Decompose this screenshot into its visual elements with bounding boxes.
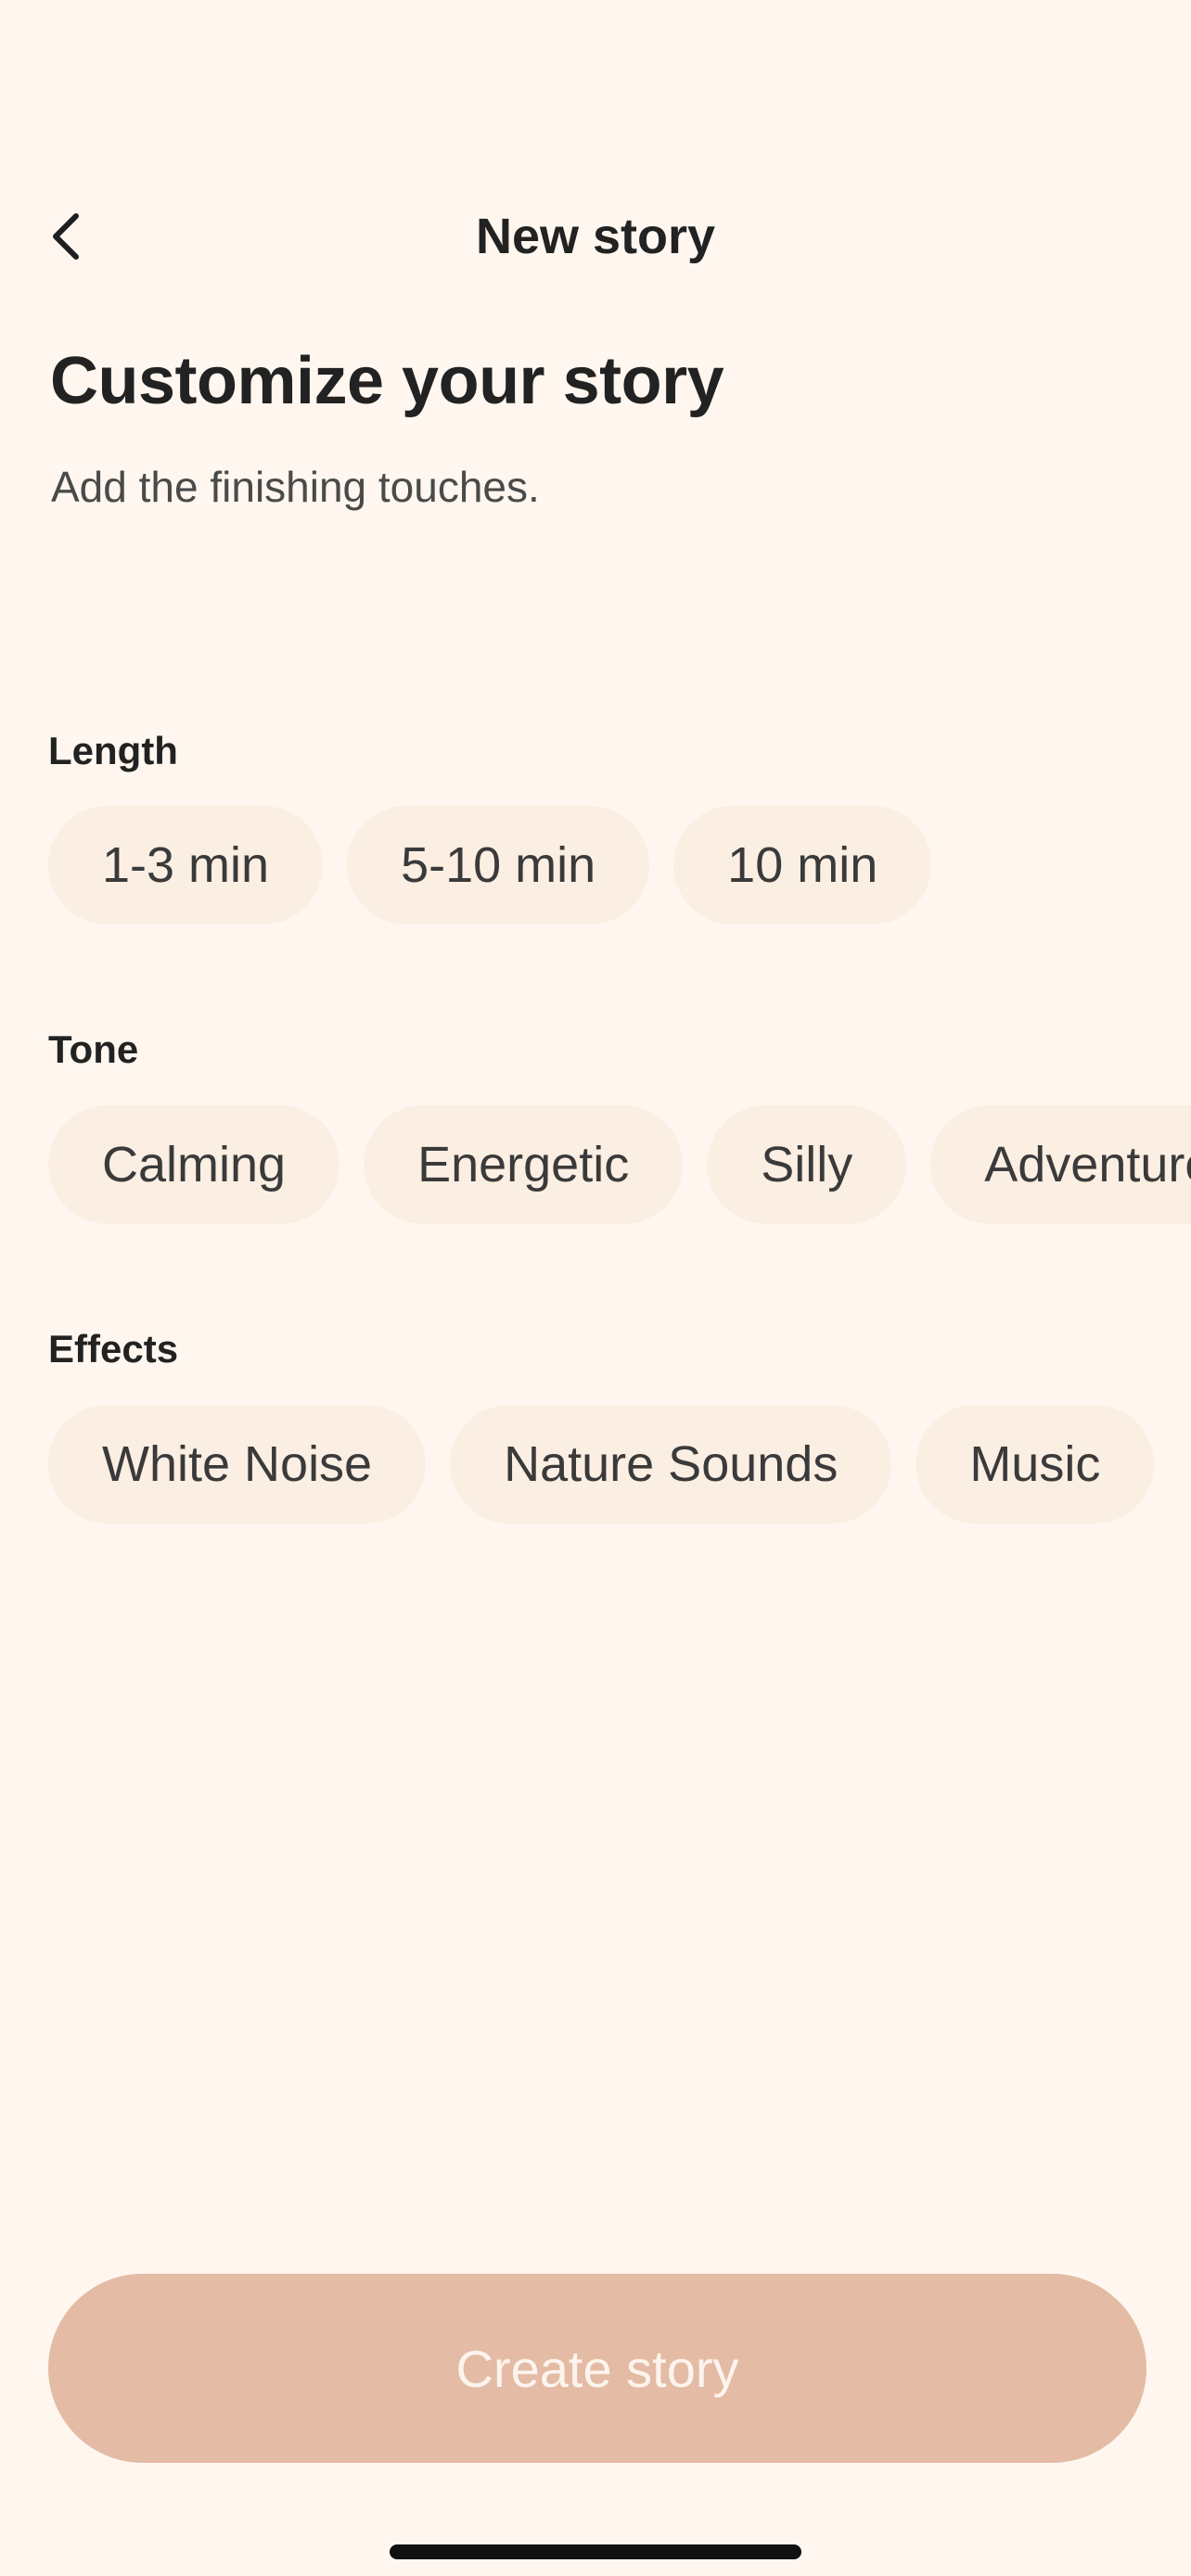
screen: New story Customize your story Add the f… xyxy=(0,0,1191,2576)
chip-row-tone: Calming Energetic Silly Adventurous xyxy=(48,1105,1191,1224)
chip-length-5-10-min[interactable]: 5-10 min xyxy=(347,806,650,925)
section-label-tone: Tone xyxy=(48,1027,139,1071)
chip-row-effects: White Noise Nature Sounds Music xyxy=(48,1405,1155,1524)
page-subtitle: Add the finishing touches. xyxy=(51,463,540,511)
chip-effects-white-noise[interactable]: White Noise xyxy=(48,1405,427,1524)
home-indicator xyxy=(390,2544,801,2559)
chip-row-length: 1-3 min 5-10 min 10 min xyxy=(48,806,932,925)
section-label-effects: Effects xyxy=(48,1327,179,1371)
chip-tone-calming[interactable]: Calming xyxy=(48,1105,340,1224)
chip-length-10-min[interactable]: 10 min xyxy=(673,806,932,925)
page-title: Customize your story xyxy=(50,344,724,418)
chip-tone-energetic[interactable]: Energetic xyxy=(364,1105,684,1224)
create-story-button[interactable]: Create story xyxy=(48,2274,1146,2463)
chip-tone-silly[interactable]: Silly xyxy=(707,1105,907,1224)
nav-bar: New story xyxy=(0,185,1191,287)
nav-title: New story xyxy=(475,209,716,264)
chip-tone-adventurous[interactable]: Adventurous xyxy=(930,1105,1191,1224)
chip-effects-music[interactable]: Music xyxy=(916,1405,1155,1524)
section-label-length: Length xyxy=(48,729,178,772)
chip-effects-nature-sounds[interactable]: Nature Sounds xyxy=(450,1405,892,1524)
chip-length-1-3-min[interactable]: 1-3 min xyxy=(48,806,324,925)
